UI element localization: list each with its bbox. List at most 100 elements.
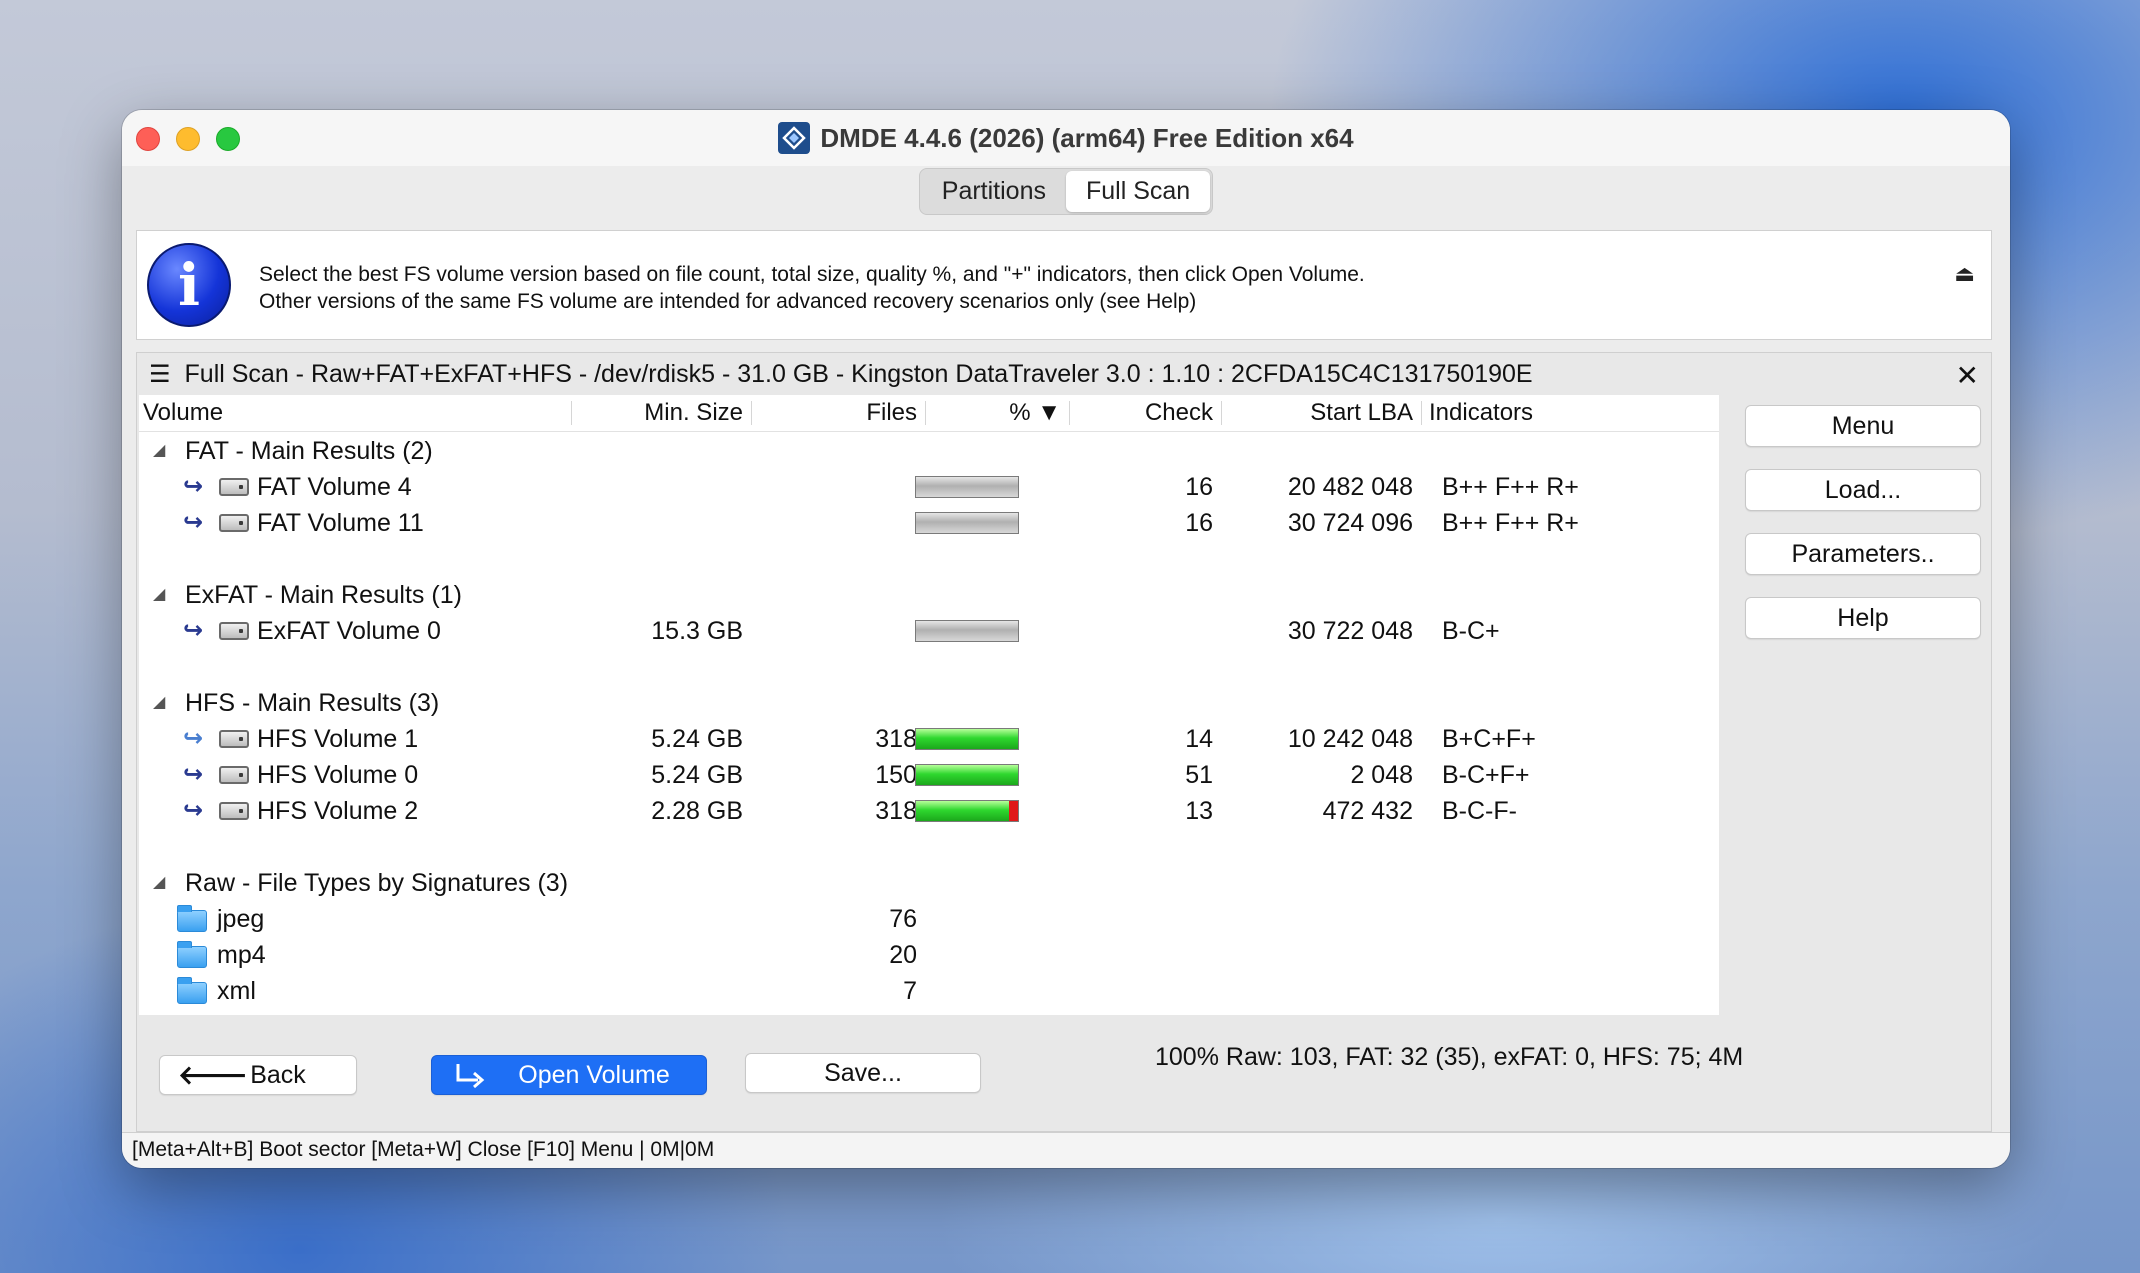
volume-arrow-icon: ↪ (183, 509, 204, 536)
volume-check: 14 (1185, 725, 1213, 753)
quality-bar (915, 620, 1019, 642)
file-type-name: xml (217, 977, 256, 1005)
back-button[interactable]: 🡐 Back (159, 1055, 357, 1095)
disk-icon (219, 622, 249, 640)
volume-row[interactable]: ↪ FAT Volume 11 16 30 724 096 B++ F++ R+ (139, 505, 1719, 541)
panel-header: ☰ Full Scan - Raw+FAT+ExFAT+HFS - /dev/r… (137, 353, 1991, 395)
file-type-count: 20 (889, 941, 917, 969)
column-percent[interactable]: % ▼ (933, 395, 1061, 431)
back-label: Back (250, 1060, 306, 1089)
collapse-info-icon[interactable]: ⏏ (1954, 261, 1975, 287)
quality-bar (915, 764, 1019, 786)
folder-icon (177, 941, 207, 968)
volume-start-lba: 20 482 048 (1287, 473, 1413, 501)
column-min-size[interactable]: Min. Size (579, 395, 743, 431)
volume-row[interactable]: ↪ HFS Volume 0 5.24 GB 150 51 2 048 B-C+… (139, 757, 1719, 793)
group-row-hfs[interactable]: ◢ HFS - Main Results (3) (139, 685, 1719, 721)
info-line-2: Other versions of the same FS volume are… (259, 290, 1197, 313)
volume-start-lba: 30 722 048 (1287, 617, 1413, 645)
file-type-count: 76 (889, 905, 917, 933)
volume-indicators: B++ F++ R+ (1442, 473, 1579, 501)
volume-min-size: 5.24 GB (651, 725, 743, 753)
close-panel-icon[interactable]: ✕ (1956, 359, 1979, 392)
info-line-1: Select the best FS volume version based … (259, 263, 1365, 286)
volume-name: FAT Volume 11 (257, 509, 424, 537)
volume-indicators: B-C-F- (1442, 797, 1517, 825)
hamburger-menu-icon[interactable]: ☰ (149, 360, 171, 389)
help-button[interactable]: Help (1745, 597, 1981, 639)
close-window-button[interactable] (136, 127, 160, 151)
volume-name: ExFAT Volume 0 (257, 617, 441, 645)
info-icon: i (147, 243, 231, 327)
volume-name: FAT Volume 4 (257, 473, 412, 501)
file-type-row[interactable]: jpeg 76 (139, 901, 1719, 937)
collapse-triangle-icon[interactable]: ◢ (153, 577, 165, 613)
group-label: FAT - Main Results (2) (185, 437, 433, 465)
parameters-button[interactable]: Parameters.. (1745, 533, 1981, 575)
file-type-count: 7 (903, 977, 917, 1005)
folder-icon (177, 905, 207, 932)
volume-start-lba: 30 724 096 (1287, 509, 1413, 537)
group-label: Raw - File Types by Signatures (3) (185, 869, 569, 897)
volume-files: 318 (875, 797, 917, 825)
column-volume[interactable]: Volume (143, 395, 223, 431)
volume-row[interactable]: ↪ HFS Volume 2 2.28 GB 318 13 472 432 B-… (139, 793, 1719, 829)
volume-min-size: 2.28 GB (651, 797, 743, 825)
volume-name: HFS Volume 2 (257, 797, 419, 825)
volume-row[interactable]: ↪ FAT Volume 4 16 20 482 048 B++ F++ R+ (139, 469, 1719, 505)
column-start-lba[interactable]: Start LBA (1229, 395, 1413, 431)
collapse-triangle-icon[interactable]: ◢ (153, 685, 165, 721)
volume-check: 16 (1185, 473, 1213, 501)
disk-icon (219, 478, 249, 496)
group-row-exfat[interactable]: ◢ ExFAT - Main Results (1) (139, 577, 1719, 613)
file-type-row[interactable]: mp4 20 (139, 937, 1719, 973)
file-type-row[interactable]: xml 7 (139, 973, 1719, 1009)
group-label: HFS - Main Results (3) (185, 689, 440, 717)
volume-indicators: B-C+ (1442, 617, 1500, 645)
volume-indicators: B+C+F+ (1442, 725, 1536, 753)
volume-files: 318 (875, 725, 917, 753)
volume-row[interactable]: ↪ ExFAT Volume 0 15.3 GB 30 722 048 B-C+ (139, 613, 1719, 649)
file-type-name: jpeg (217, 905, 265, 933)
collapse-triangle-icon[interactable]: ◢ (153, 433, 165, 469)
disk-icon (219, 514, 249, 532)
volume-min-size: 5.24 GB (651, 761, 743, 789)
volume-arrow-icon: ↪ (183, 797, 204, 824)
scan-status-text: 100% Raw: 103, FAT: 32 (35), exFAT: 0, H… (1155, 1043, 1744, 1071)
volume-min-size: 15.3 GB (651, 617, 743, 645)
volume-arrow-icon: ↪ (183, 473, 204, 500)
volume-indicators: B-C+F+ (1442, 761, 1530, 789)
volume-arrow-icon: ↪ (183, 725, 204, 752)
menu-button[interactable]: Menu (1745, 405, 1981, 447)
volume-row[interactable]: ↪ HFS Volume 1 5.24 GB 318 14 10 242 048… (139, 721, 1719, 757)
minimize-window-button[interactable] (176, 127, 200, 151)
collapse-triangle-icon[interactable]: ◢ (153, 865, 165, 901)
load-button[interactable]: Load... (1745, 469, 1981, 511)
column-indicators[interactable]: Indicators (1429, 395, 1533, 431)
info-box: i Select the best FS volume version base… (136, 230, 1992, 340)
folder-icon (177, 977, 207, 1004)
column-files[interactable]: Files (759, 395, 917, 431)
tab-full-scan[interactable]: Full Scan (1066, 171, 1211, 212)
volume-start-lba: 472 432 (1322, 797, 1413, 825)
open-volume-label: Open Volume (518, 1060, 670, 1089)
window-title: DMDE 4.4.6 (2026) (arm64) Free Edition x… (778, 122, 1354, 154)
column-check[interactable]: Check (1077, 395, 1213, 431)
status-bar: [Meta+Alt+B] Boot sector [Meta+W] Close … (122, 1132, 2010, 1168)
volume-arrow-icon: ↪ (183, 617, 204, 644)
quality-bar (915, 512, 1019, 534)
file-type-name: mp4 (217, 941, 266, 969)
maximize-window-button[interactable] (216, 127, 240, 151)
tab-bar: Partitions Full Scan (122, 168, 2010, 215)
group-row-fat[interactable]: ◢ FAT - Main Results (2) (139, 433, 1719, 469)
scan-results-panel: ☰ Full Scan - Raw+FAT+ExFAT+HFS - /dev/r… (136, 352, 1992, 1132)
app-window: DMDE 4.4.6 (2026) (arm64) Free Edition x… (122, 110, 2010, 1168)
tab-partitions[interactable]: Partitions (922, 171, 1066, 212)
open-volume-button[interactable]: Open Volume (431, 1055, 707, 1095)
group-row-raw[interactable]: ◢ Raw - File Types by Signatures (3) (139, 865, 1719, 901)
volume-check: 51 (1185, 761, 1213, 789)
info-text: Select the best FS volume version based … (259, 261, 1365, 315)
volume-indicators: B++ F++ R+ (1442, 509, 1579, 537)
volume-check: 13 (1185, 797, 1213, 825)
save-button[interactable]: Save... (745, 1053, 981, 1093)
